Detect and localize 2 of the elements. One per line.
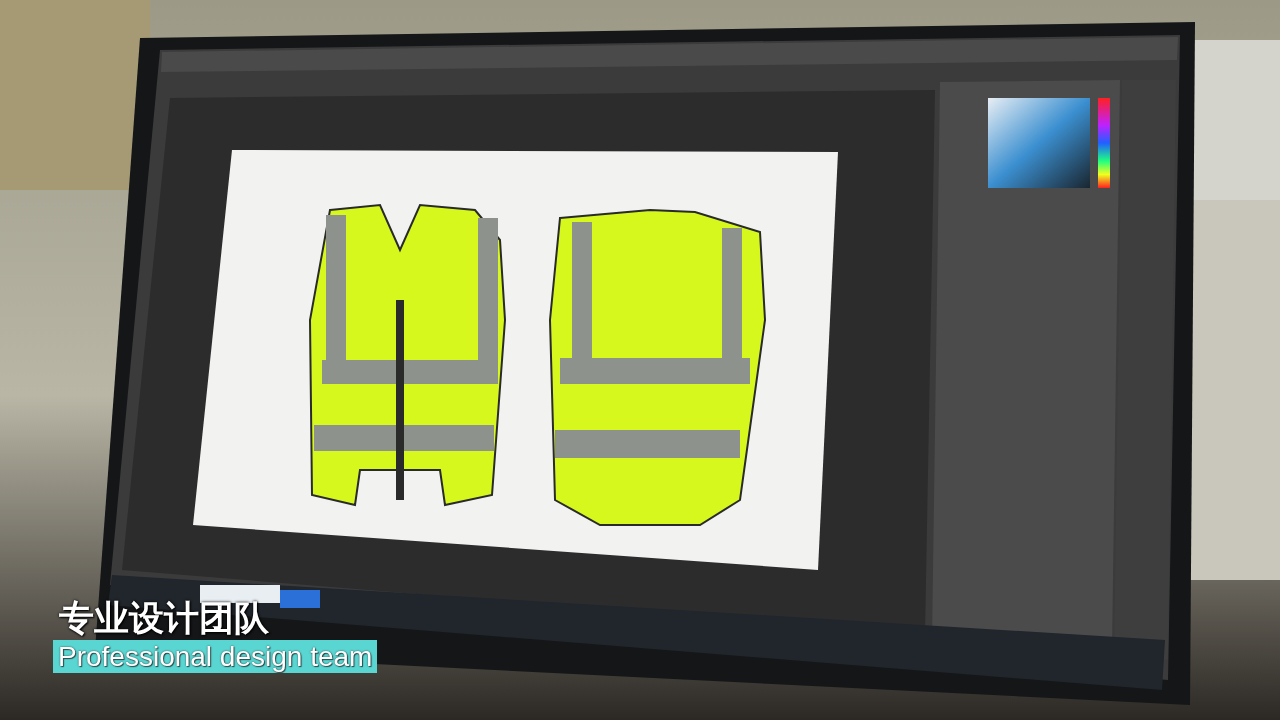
caption-title: 专业设计团队 [59, 597, 269, 639]
caption-banner: Professional design team [53, 640, 378, 673]
